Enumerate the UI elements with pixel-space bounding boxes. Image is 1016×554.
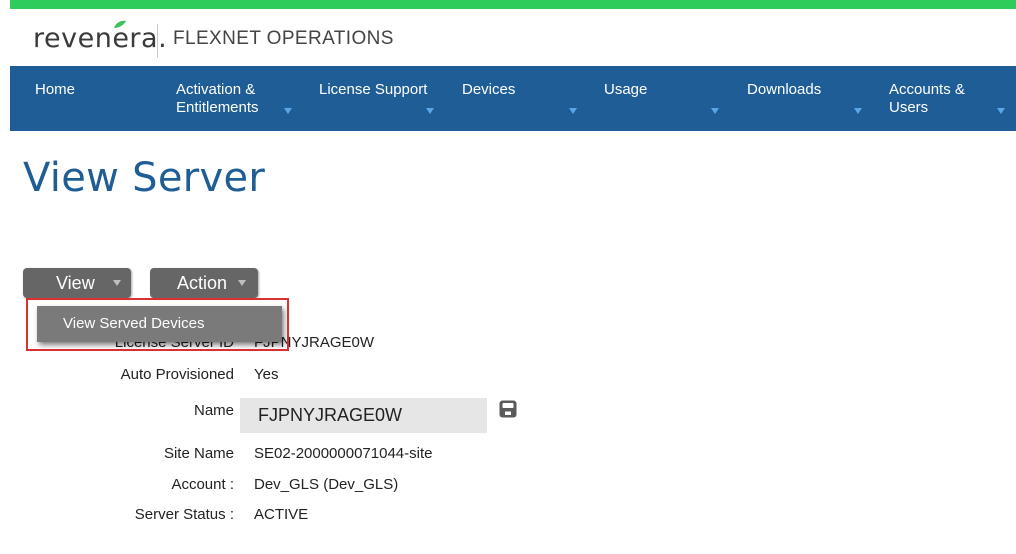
nav-activation-entitlements-label: Activation & Entitlements (176, 81, 259, 116)
nav-accounts-users-label: Accounts & Users (889, 81, 965, 116)
chevron-down-icon (711, 108, 719, 114)
server-status-value: ACTIVE (254, 506, 309, 523)
page-title: View Server (23, 155, 266, 201)
save-icon[interactable] (499, 400, 517, 418)
view-menu-dropdown[interactable]: View Served Devices (37, 306, 282, 342)
site-name-value: SE02-2000000071044-site (254, 445, 433, 462)
nav-home-label: Home (35, 81, 76, 98)
chevron-down-icon (284, 108, 292, 114)
view-served-devices-item[interactable]: View Served Devices (63, 306, 204, 342)
name-label: Name (193, 402, 234, 419)
auto-provisioned-label: Auto Provisioned (120, 366, 234, 383)
name-field[interactable] (240, 398, 487, 433)
account-value: Dev_GLS (Dev_GLS) (254, 476, 399, 493)
action-menu-button[interactable]: Action (150, 268, 258, 298)
main-nav: Home Activation & Entitlements License S… (10, 66, 1016, 131)
leaf-icon (114, 20, 126, 28)
top-accent-bar (10, 0, 1016, 9)
account-label: Account : (171, 476, 234, 493)
chevron-down-icon (997, 108, 1005, 114)
site-name-label: Site Name (163, 445, 234, 462)
view-menu-button[interactable]: View (23, 268, 131, 298)
chevron-down-icon (426, 108, 434, 114)
brand-divider (157, 24, 158, 58)
chevron-down-icon (854, 108, 862, 114)
nav-license-support-label: License Support (319, 81, 428, 98)
nav-devices-label: Devices (462, 81, 516, 98)
chevron-down-icon (238, 280, 246, 286)
action-menu-label: Action (177, 273, 228, 293)
server-status-label: Server Status : (134, 506, 234, 523)
revenera-logo[interactable]: revenera. (33, 24, 167, 54)
auto-provisioned-value: Yes (254, 366, 279, 383)
nav-downloads-label: Downloads (747, 81, 822, 98)
product-name: FLEXNET OPERATIONS (173, 28, 394, 49)
chevron-down-icon (113, 280, 121, 286)
view-menu-label: View (56, 273, 95, 293)
chevron-down-icon (569, 108, 577, 114)
nav-usage-label: Usage (604, 81, 648, 98)
